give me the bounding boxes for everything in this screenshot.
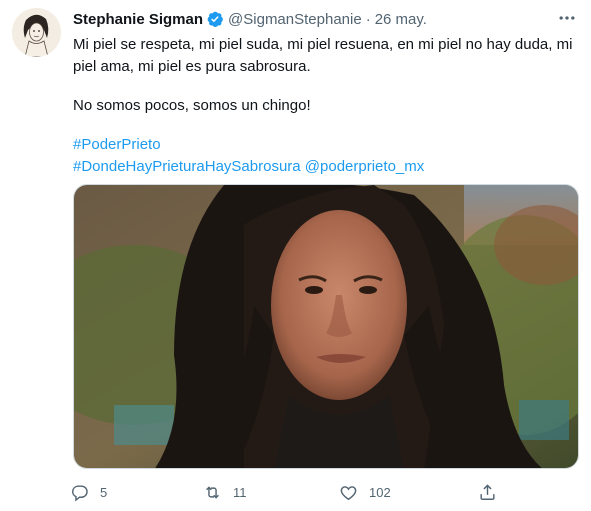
heart-icon [340, 485, 357, 500]
tweet-photo[interactable] [73, 184, 579, 469]
like-count: 102 [369, 484, 391, 500]
retweet-button[interactable]: 11 [203, 478, 247, 506]
tweet-actions: 5 11 102 [70, 478, 510, 506]
share-button[interactable] [478, 478, 508, 506]
tweet-header: Stephanie Sigman @SigmanStephanie · 26 m… [73, 9, 579, 29]
hashtag-link[interactable]: #DondeHayPrieturaHaySabrosura [73, 158, 301, 175]
reply-button[interactable]: 5 [70, 478, 107, 506]
reply-icon [72, 484, 88, 501]
hashtag-link[interactable]: #PoderPrieto [73, 136, 161, 153]
mention-link[interactable]: @poderprieto_mx [305, 158, 424, 175]
tweet-date[interactable]: 26 may. [375, 11, 427, 28]
author-name[interactable]: Stephanie Sigman [73, 11, 203, 28]
tweet-paragraph-1: Mi piel se respeta, mi piel suda, mi pie… [73, 36, 573, 75]
like-button[interactable]: 102 [339, 478, 391, 506]
share-icon [480, 483, 495, 500]
more-options-icon[interactable] [553, 8, 581, 28]
author-handle[interactable]: @SigmanStephanie [228, 11, 362, 28]
tweet[interactable]: Stephanie Sigman @SigmanStephanie · 26 m… [0, 0, 591, 511]
reply-count: 5 [100, 484, 108, 500]
avatar[interactable] [12, 8, 61, 57]
separator-dot: · [365, 10, 371, 28]
retweet-count: 11 [233, 484, 247, 500]
tweet-paragraph-2: No somos pocos, somos un chingo! [73, 97, 311, 114]
retweet-icon [206, 485, 219, 499]
verified-badge-icon [206, 10, 224, 28]
tweet-text: Mi piel se respeta, mi piel suda, mi pie… [73, 34, 581, 178]
